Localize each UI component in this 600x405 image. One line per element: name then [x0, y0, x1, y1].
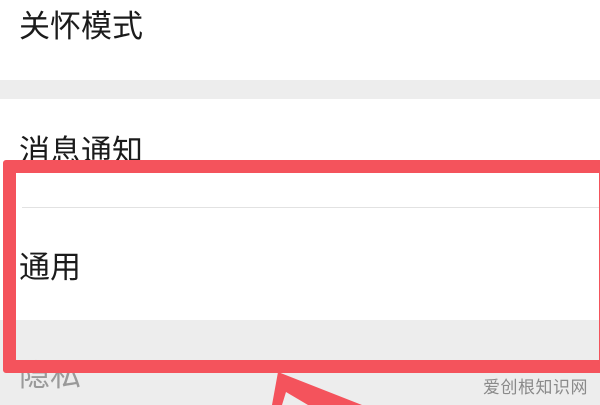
- watermark: 爱创根知识网: [483, 378, 588, 398]
- settings-item-label: 通用: [19, 250, 81, 286]
- settings-item-care-mode[interactable]: 关怀模式: [0, 0, 600, 80]
- settings-item-general[interactable]: 通用: [0, 208, 600, 320]
- settings-item-label: 消息通知: [19, 134, 143, 170]
- settings-screen: 关怀模式 消息通知 通用 隐私 爱创根知识网: [0, 0, 600, 405]
- settings-item-notifications[interactable]: 消息通知: [0, 99, 600, 207]
- settings-item-label: 关怀模式: [19, 9, 143, 45]
- section-gap: [0, 80, 600, 99]
- settings-item-label: 隐私: [19, 358, 81, 394]
